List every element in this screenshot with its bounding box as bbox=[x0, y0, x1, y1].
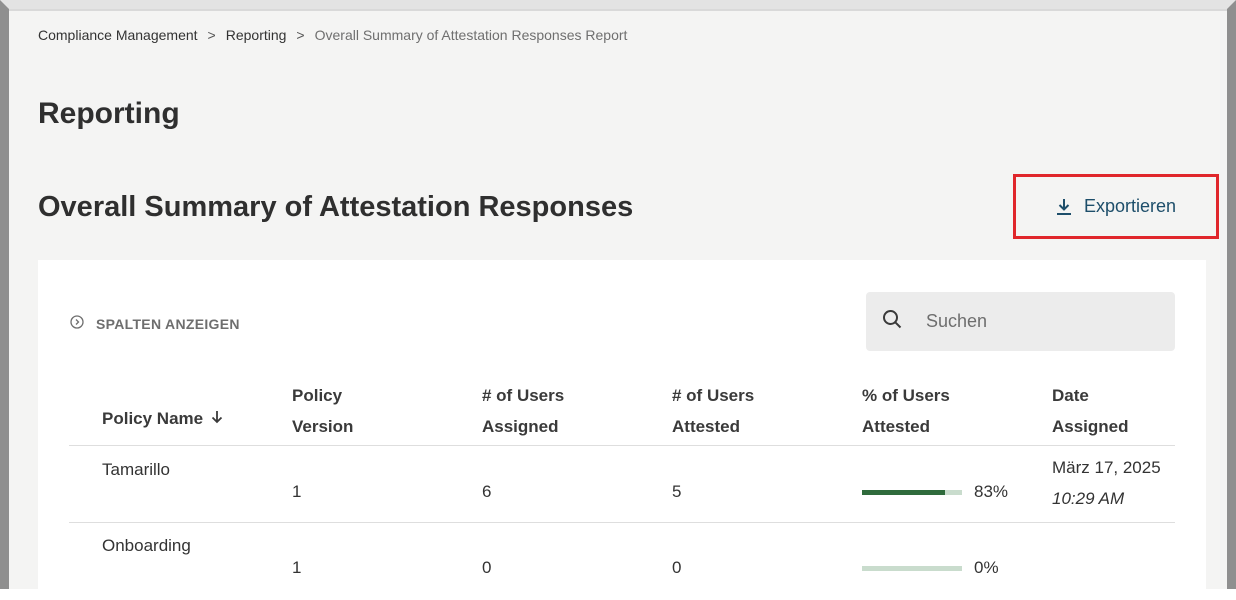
column-header-line: Version bbox=[292, 417, 354, 436]
cell-users-assigned: 6 bbox=[482, 482, 492, 501]
breadcrumb-compliance-management[interactable]: Compliance Management bbox=[38, 27, 198, 43]
column-header-line: Attested bbox=[862, 417, 931, 436]
cell-time: 10:29 AM bbox=[1052, 489, 1125, 508]
search-box[interactable] bbox=[866, 292, 1175, 351]
breadcrumb-current: Overall Summary of Attestation Responses… bbox=[314, 27, 628, 43]
column-header-line: Date bbox=[1052, 386, 1089, 405]
report-table-card: SPALTEN ANZEIGEN Policy Name Policy bbox=[38, 260, 1206, 600]
progress-fill bbox=[862, 489, 945, 495]
column-header-pct-attested[interactable]: % of Users Attested bbox=[862, 380, 950, 442]
breadcrumb-separator: > bbox=[207, 27, 216, 43]
cell-users-attested: 5 bbox=[672, 482, 682, 501]
column-header-line: % of Users bbox=[862, 386, 950, 405]
column-header-line: Policy bbox=[292, 386, 343, 405]
arrow-down-icon bbox=[211, 403, 223, 434]
column-header-users-assigned[interactable]: # of Users Assigned bbox=[482, 380, 564, 442]
search-icon bbox=[882, 309, 902, 334]
progress-label: 83% bbox=[974, 482, 1009, 501]
chevron-right-circle-icon bbox=[70, 315, 84, 332]
attestation-progress: 83% bbox=[862, 482, 1008, 502]
breadcrumb-reporting[interactable]: Reporting bbox=[226, 27, 287, 43]
breadcrumb-separator: > bbox=[296, 27, 305, 43]
progress-label: 0% bbox=[974, 558, 999, 577]
progress-track bbox=[862, 489, 962, 495]
column-header-users-attested[interactable]: # of Users Attested bbox=[672, 380, 754, 442]
export-label: Exportieren bbox=[1083, 196, 1177, 216]
attestation-progress: 0% bbox=[862, 558, 999, 578]
cell-users-assigned: 0 bbox=[482, 558, 492, 577]
column-header-policy-version[interactable]: Policy Version bbox=[292, 380, 353, 442]
show-columns-toggle[interactable]: SPALTEN ANZEIGEN bbox=[70, 315, 240, 332]
column-header-line: # of Users bbox=[482, 386, 565, 405]
header-divider bbox=[69, 445, 1175, 446]
search-input[interactable] bbox=[926, 311, 1146, 332]
export-button[interactable]: Exportieren bbox=[1013, 174, 1219, 239]
cell-policy-version: 1 bbox=[292, 482, 302, 501]
cell-policy-version: 1 bbox=[292, 558, 302, 577]
column-header-line: Assigned bbox=[482, 417, 559, 436]
progress-track bbox=[862, 565, 962, 571]
column-header-line: Assigned bbox=[1052, 417, 1129, 436]
row-divider bbox=[69, 522, 1175, 523]
download-icon bbox=[1056, 198, 1072, 216]
cell-policy-name: Tamarillo bbox=[102, 460, 171, 479]
column-header-line: # of Users bbox=[672, 386, 755, 405]
column-header-policy-name[interactable]: Policy Name bbox=[102, 403, 223, 434]
reporting-page: Compliance Management > Reporting > Over… bbox=[9, 9, 1227, 600]
report-title: Overall Summary of Attestation Responses bbox=[38, 191, 634, 223]
column-header-line: Attested bbox=[672, 417, 741, 436]
breadcrumb: Compliance Management > Reporting > Over… bbox=[38, 27, 627, 43]
show-columns-label: SPALTEN ANZEIGEN bbox=[96, 315, 240, 332]
cell-date: März 17, 2025 bbox=[1052, 458, 1161, 477]
cell-policy-name: Onboarding bbox=[102, 536, 191, 555]
column-header-label: Policy Name bbox=[102, 409, 204, 428]
page-title: Reporting bbox=[38, 97, 180, 130]
column-header-date-assigned[interactable]: Date Assigned bbox=[1052, 380, 1129, 442]
cell-users-attested: 0 bbox=[672, 558, 682, 577]
